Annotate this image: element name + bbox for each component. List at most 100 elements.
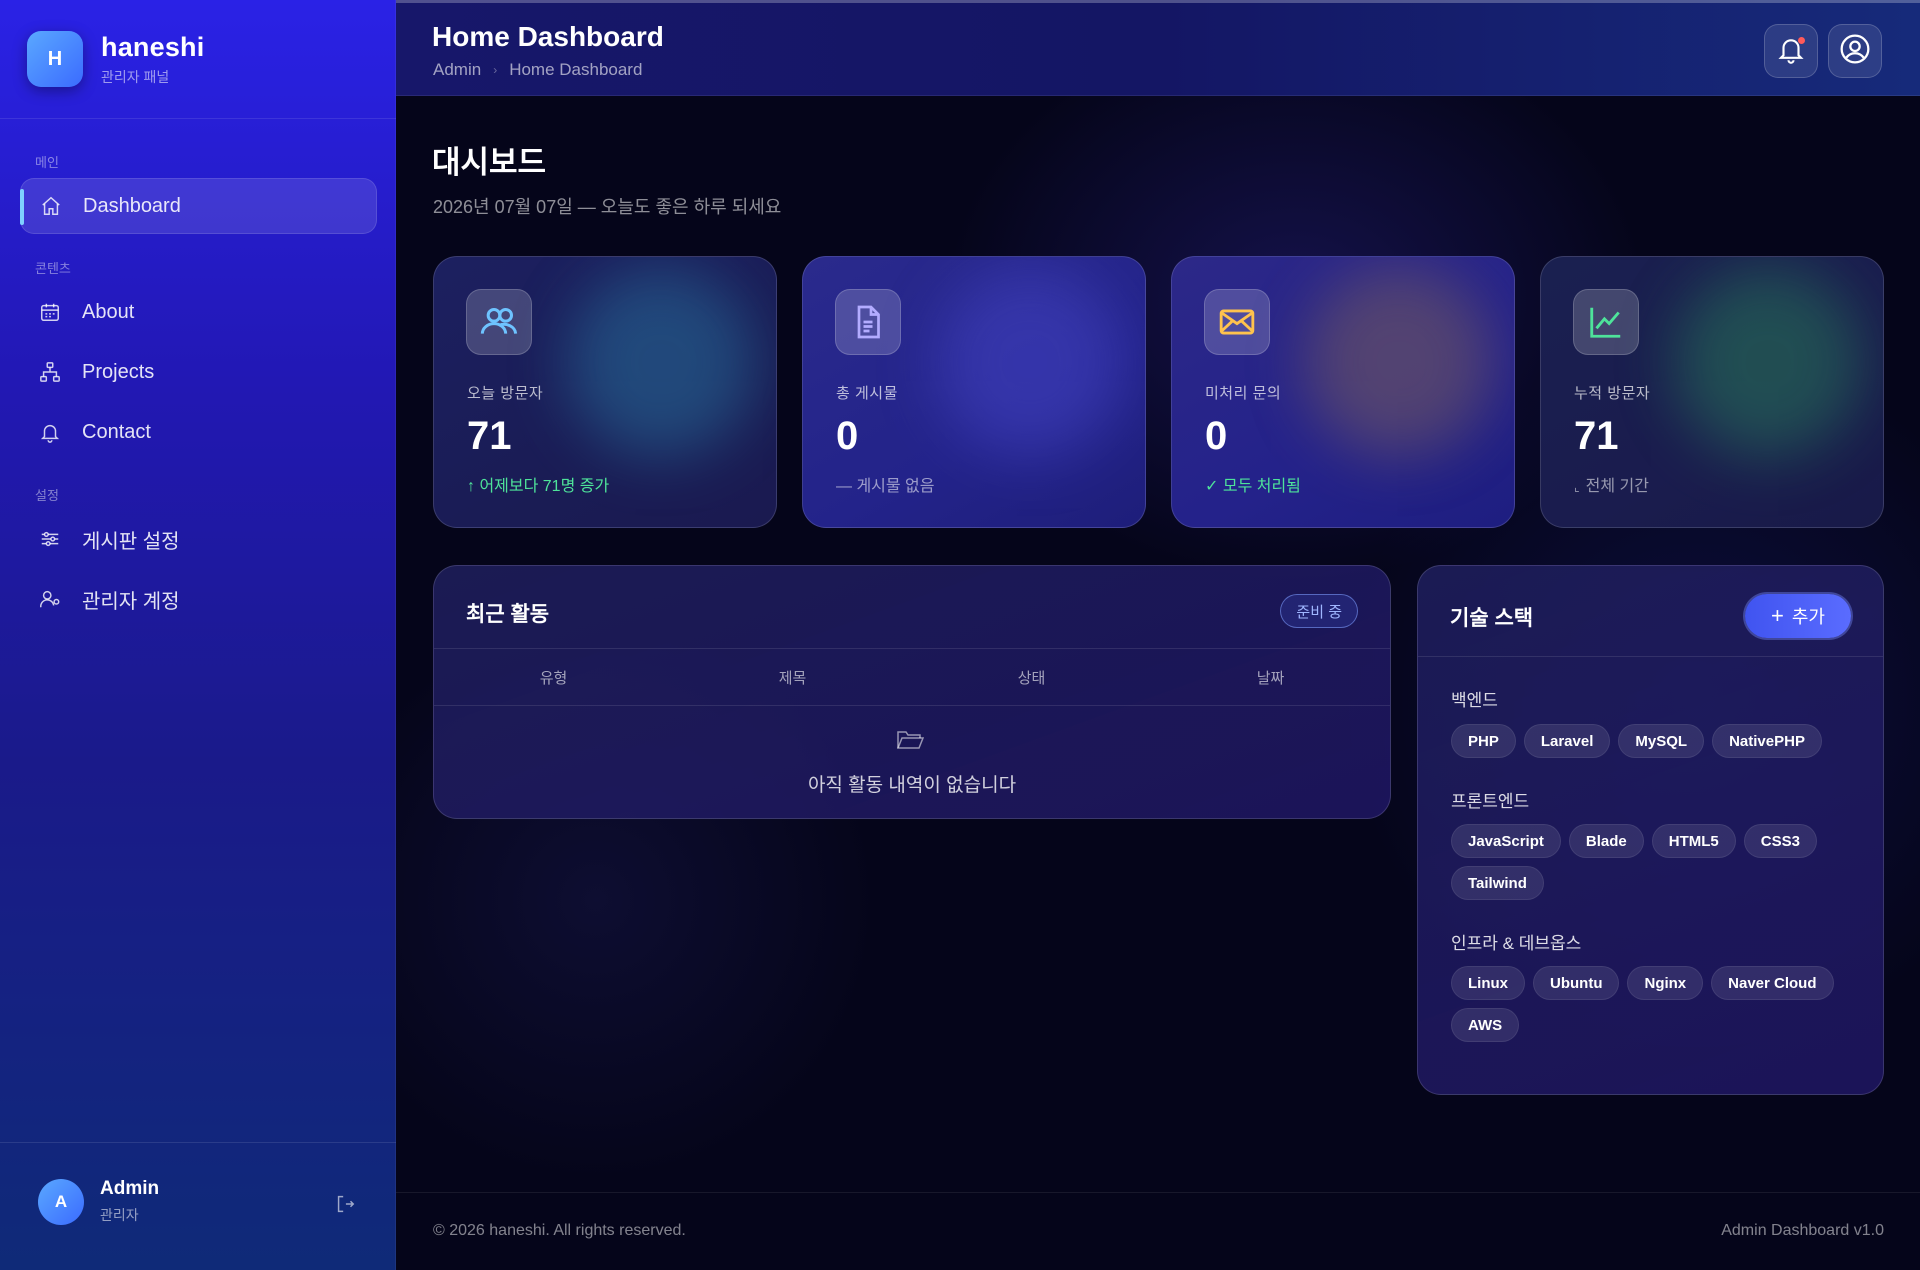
chevron-right-icon: › xyxy=(493,63,498,77)
logout-icon xyxy=(334,1195,356,1219)
sidebar-item-contact[interactable]: Contact xyxy=(20,404,377,460)
folder-open-icon xyxy=(896,728,925,752)
tech-chip[interactable]: Ubuntu xyxy=(1533,966,1620,1000)
tech-chip[interactable]: Laravel xyxy=(1523,724,1611,758)
chart-line-icon xyxy=(1573,289,1639,355)
calendar-icon xyxy=(38,300,62,324)
empty-state-text: 아직 활동 내역이 없습니다 xyxy=(807,775,1017,796)
stat-label: 누적 방문자 xyxy=(1574,385,1651,402)
column-header-status[interactable]: 상태 xyxy=(912,667,1151,688)
panel-title: 최근 활동 xyxy=(466,603,550,626)
profile-button[interactable] xyxy=(1828,24,1882,78)
column-header-title[interactable]: 제목 xyxy=(673,667,912,688)
brand-logo: H xyxy=(27,31,83,87)
main-content: Home Dashboard Admin › Home Dashboard 대시… xyxy=(396,0,1920,1270)
breadcrumb: Admin › Home Dashboard xyxy=(433,60,642,80)
sidebar-item-label: About xyxy=(82,300,135,323)
stat-note: — 게시물 없음 xyxy=(836,478,935,495)
breadcrumb-item-current: Home Dashboard xyxy=(509,60,643,79)
tech-chip[interactable]: Tailwind xyxy=(1451,866,1544,900)
divider xyxy=(0,118,396,119)
user-name: Admin xyxy=(100,1178,160,1199)
tech-stack-panel: 기술 스택 + 추가 백엔드 PHP Laravel MySQL NativeP… xyxy=(1417,565,1884,1095)
user-gear-icon xyxy=(38,587,62,611)
tech-group-backend: PHP Laravel MySQL NativePHP xyxy=(1451,724,1851,758)
stat-card-pending-inquiries[interactable]: 미처리 문의 0 ✓ 모두 처리됨 xyxy=(1171,256,1515,528)
table-header: 유형 제목 상태 날짜 xyxy=(434,648,1390,706)
sidebar-item-label: 관리자 계정 xyxy=(82,590,180,613)
dashboard-heading: 대시보드 xyxy=(432,145,547,180)
stat-card-cumulative-visitors[interactable]: 누적 방문자 71 ⌞ 전체 기간 xyxy=(1540,256,1884,528)
add-tech-button[interactable]: + 추가 xyxy=(1745,594,1851,638)
tech-chip[interactable]: Blade xyxy=(1568,824,1644,858)
tech-chip[interactable]: Linux xyxy=(1451,966,1525,1000)
avatar: A xyxy=(38,1178,84,1225)
stat-label: 미처리 문의 xyxy=(1205,385,1282,402)
dashboard-subtitle: 2026년 07월 07일 — 오늘도 좋은 하루 되세요 xyxy=(433,197,782,217)
tech-chip[interactable]: HTML5 xyxy=(1651,824,1736,858)
tech-chip[interactable]: JavaScript xyxy=(1451,824,1561,858)
notification-dot xyxy=(1798,37,1805,44)
home-icon xyxy=(39,194,63,218)
stat-note-text: 전체 기간 xyxy=(1585,478,1649,495)
tech-group-title-backend: 백엔드 xyxy=(1451,691,1498,710)
nav-section-settings: 설정 xyxy=(35,488,59,503)
stat-note: ⌞ 전체 기간 xyxy=(1574,472,1649,496)
stat-value: 0 xyxy=(1205,414,1228,458)
stat-card-total-posts[interactable]: 총 게시물 0 — 게시물 없음 xyxy=(802,256,1146,528)
divider xyxy=(1418,656,1883,657)
sidebar-item-board-settings[interactable]: 게시판 설정 xyxy=(20,511,377,567)
tech-chip[interactable]: PHP xyxy=(1451,724,1516,758)
sidebar-item-admin-account[interactable]: 관리자 계정 xyxy=(20,571,377,627)
stat-note: ✓ 모두 처리됨 xyxy=(1205,478,1301,495)
stat-label: 총 게시물 xyxy=(836,385,898,402)
tech-group-infra: Linux Ubuntu Nginx Naver Cloud AWS xyxy=(1451,966,1851,1042)
sliders-icon xyxy=(38,527,62,551)
divider xyxy=(396,1192,1920,1193)
stat-value: 71 xyxy=(467,414,512,458)
column-header-type[interactable]: 유형 xyxy=(434,667,673,688)
topbar: Home Dashboard Admin › Home Dashboard xyxy=(396,0,1920,96)
sidebar-item-label: Projects xyxy=(82,360,155,383)
chart-small-icon: ⌞ xyxy=(1574,480,1580,494)
tech-chip[interactable]: NativePHP xyxy=(1712,724,1822,758)
tech-group-title-infra: 인프라 & 데브옵스 xyxy=(1451,934,1582,953)
sidebar-item-about[interactable]: About xyxy=(20,284,377,340)
footer-version: Admin Dashboard v1.0 xyxy=(1721,1222,1884,1239)
plus-icon: + xyxy=(1771,603,1784,628)
sidebar-item-projects[interactable]: Projects xyxy=(20,344,377,400)
tech-chip[interactable]: MySQL xyxy=(1618,724,1705,758)
sidebar: H haneshi 관리자 패널 메인 Dashboard 콘텐츠 About … xyxy=(0,0,396,1270)
panel-title: 기술 스택 xyxy=(1450,607,1534,630)
breadcrumb-item-admin[interactable]: Admin xyxy=(433,60,481,80)
tech-chip[interactable]: Nginx xyxy=(1627,966,1704,1000)
sidebar-item-dashboard[interactable]: Dashboard xyxy=(20,178,377,234)
bell-icon xyxy=(38,420,62,444)
tech-group-title-frontend: 프론트엔드 xyxy=(1451,792,1530,811)
brand-name: haneshi xyxy=(101,31,205,62)
brand[interactable]: H haneshi 관리자 패널 xyxy=(27,31,204,87)
divider xyxy=(0,1142,396,1143)
status-badge: 준비 중 xyxy=(1280,594,1358,628)
sidebar-item-label: Dashboard xyxy=(83,194,181,217)
recent-activity-panel: 최근 활동 준비 중 유형 제목 상태 날짜 아직 활동 내역이 없습니다 xyxy=(433,565,1391,819)
user-circle-icon xyxy=(1839,33,1871,70)
tech-chip[interactable]: AWS xyxy=(1451,1008,1520,1042)
page-title: Home Dashboard xyxy=(432,21,664,52)
notifications-button[interactable] xyxy=(1764,24,1818,78)
stat-value: 0 xyxy=(836,414,859,458)
stat-label: 오늘 방문자 xyxy=(467,385,544,402)
tech-chip[interactable]: CSS3 xyxy=(1743,824,1817,858)
brand-subtitle: 관리자 패널 xyxy=(101,68,170,85)
tech-chip[interactable]: Naver Cloud xyxy=(1711,966,1834,1000)
user-profile[interactable]: A Admin 관리자 xyxy=(38,1178,159,1225)
document-icon xyxy=(835,289,901,355)
logout-button[interactable] xyxy=(334,1193,358,1217)
footer-copyright: © 2026 haneshi. All rights reserved. xyxy=(433,1222,686,1239)
stat-card-today-visitors[interactable]: 오늘 방문자 71 ↑ 어제보다 71명 증가 xyxy=(433,256,777,528)
sidebar-item-label: Contact xyxy=(82,420,151,443)
mail-icon xyxy=(1204,289,1270,355)
column-header-date[interactable]: 날짜 xyxy=(1151,667,1390,688)
stat-note: ↑ 어제보다 71명 증가 xyxy=(467,478,610,495)
sitemap-icon xyxy=(38,360,62,384)
